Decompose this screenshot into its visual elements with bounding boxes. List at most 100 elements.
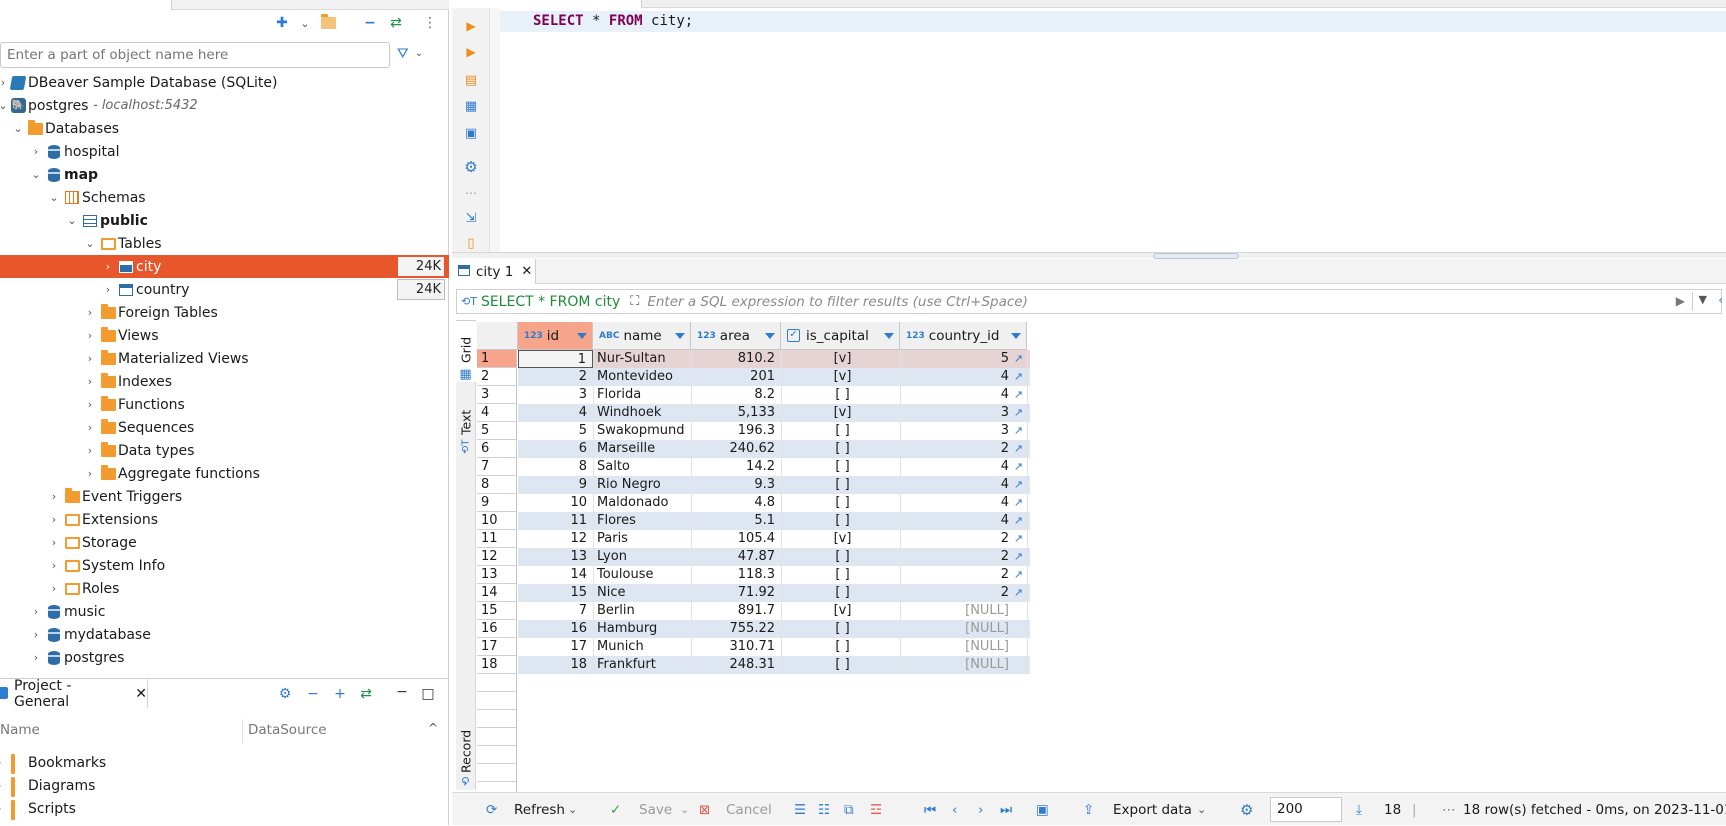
- cell-country-id[interactable]: 3 ↗: [900, 422, 1027, 440]
- row-number[interactable]: 18: [477, 656, 517, 674]
- cell-id[interactable]: 8: [518, 458, 593, 476]
- execute-statement-icon[interactable]: ▶: [461, 16, 481, 36]
- view-menu-icon[interactable]: ⋮: [420, 13, 440, 33]
- execute-script-icon[interactable]: ▤: [461, 70, 481, 90]
- explain-plan-icon[interactable]: ▦: [461, 96, 481, 116]
- row-number[interactable]: 5: [477, 422, 517, 440]
- foreign-key-link-icon[interactable]: ↗: [1014, 350, 1023, 368]
- cell-area[interactable]: 201: [691, 368, 781, 386]
- chevron-right-icon[interactable]: ›: [101, 283, 115, 297]
- tree-item-event-triggers[interactable]: › Event Triggers: [0, 485, 449, 508]
- cell-country-id[interactable]: [NULL]: [900, 602, 1027, 620]
- cell-is-capital[interactable]: [ ]: [781, 458, 900, 476]
- cell-country-id[interactable]: 4 ↗: [900, 476, 1027, 494]
- cell-is-capital[interactable]: [ ]: [781, 386, 900, 404]
- cancel-button[interactable]: Cancel: [726, 793, 772, 826]
- cell-area[interactable]: 248.31: [691, 656, 781, 674]
- cell-name[interactable]: Paris: [593, 530, 691, 548]
- cell-area[interactable]: 240.62: [691, 440, 781, 458]
- cell-country-id[interactable]: 4 ↗: [900, 368, 1027, 386]
- chevron-right-icon[interactable]: ›: [47, 582, 61, 596]
- delete-row-icon[interactable]: ☲: [870, 793, 882, 826]
- chevron-right-icon[interactable]: ›: [0, 779, 1, 792]
- cell-id[interactable]: 1: [518, 350, 593, 368]
- column-header-name[interactable]: Name: [0, 722, 40, 738]
- row-number[interactable]: 15: [477, 602, 517, 620]
- chevron-right-icon[interactable]: ›: [83, 352, 97, 366]
- next-page-icon[interactable]: ›: [978, 793, 983, 826]
- foreign-key-link-icon[interactable]: ↗: [1014, 440, 1023, 458]
- first-page-icon[interactable]: ⏮: [924, 793, 936, 826]
- chevron-right-icon[interactable]: ›: [83, 467, 97, 481]
- column-header-area[interactable]: 123 area: [691, 322, 781, 350]
- gear-icon[interactable]: ⚙: [1240, 793, 1253, 826]
- refresh-icon[interactable]: ⟳: [486, 793, 497, 826]
- gear-icon[interactable]: ⚙: [275, 684, 295, 704]
- save-button[interactable]: Save: [639, 793, 672, 826]
- cell-is-capital[interactable]: [ ]: [781, 512, 900, 530]
- terminal-icon[interactable]: ▣: [461, 123, 481, 143]
- cell-name[interactable]: Munich: [593, 638, 691, 656]
- chevron-right-icon[interactable]: ›: [83, 421, 97, 435]
- sort-dropdown-icon[interactable]: [577, 333, 587, 339]
- close-icon[interactable]: ✕: [135, 686, 147, 702]
- cell-is-capital[interactable]: [v]: [781, 350, 900, 368]
- chevron-down-icon[interactable]: ⌄: [0, 99, 10, 113]
- gear-icon[interactable]: ⚙: [461, 157, 481, 177]
- chevron-right-icon[interactable]: ›: [29, 651, 43, 665]
- tab-results-city[interactable]: city 1 ✕: [452, 259, 536, 284]
- chevron-down-icon[interactable]: ⌄: [568, 793, 577, 826]
- chevron-right-icon[interactable]: ›: [83, 375, 97, 389]
- save-icon[interactable]: ✓: [610, 793, 621, 826]
- tree-item-materialized-views[interactable]: › Materialized Views: [0, 347, 449, 370]
- row-number[interactable]: 13: [477, 566, 517, 584]
- chevron-right-icon[interactable]: ›: [29, 145, 43, 159]
- cell-id[interactable]: 17: [518, 638, 593, 656]
- cell-name[interactable]: Flores: [593, 512, 691, 530]
- tree-item-map[interactable]: ⌄ map: [0, 163, 449, 186]
- cell-area[interactable]: 755.22: [691, 620, 781, 638]
- sort-dropdown-icon[interactable]: [675, 333, 685, 339]
- cell-area[interactable]: 5.1: [691, 512, 781, 530]
- chevron-right-icon[interactable]: ›: [0, 76, 10, 90]
- column-header-id[interactable]: 123 id: [518, 322, 593, 350]
- cell-id[interactable]: 3: [518, 386, 593, 404]
- cell-name[interactable]: Maldonado: [593, 494, 691, 512]
- cell-id[interactable]: 9: [518, 476, 593, 494]
- chevron-right-icon[interactable]: ›: [0, 756, 1, 769]
- cell-country-id[interactable]: 2 ↗: [900, 584, 1027, 602]
- tree-item-system-info[interactable]: › System Info: [0, 554, 449, 577]
- cell-id[interactable]: 13: [518, 548, 593, 566]
- chevron-down-icon[interactable]: ⌄: [47, 191, 61, 205]
- minimize-icon[interactable]: −: [392, 682, 412, 702]
- tree-item-indexes[interactable]: › Indexes: [0, 370, 449, 393]
- tree-item-sequences[interactable]: › Sequences: [0, 416, 449, 439]
- row-number[interactable]: 10: [477, 512, 517, 530]
- column-header-name[interactable]: ABC name: [593, 322, 691, 350]
- navigator-search-input[interactable]: [0, 42, 390, 68]
- tree-item-country[interactable]: › country 24K: [0, 278, 449, 301]
- row-number[interactable]: 1: [477, 350, 517, 368]
- row-number[interactable]: 6: [477, 440, 517, 458]
- cell-id[interactable]: 4: [518, 404, 593, 422]
- foreign-key-link-icon[interactable]: ↗: [1014, 422, 1023, 440]
- filter-icon[interactable]: ⛛ ⌄: [397, 44, 423, 64]
- cell-area[interactable]: 118.3: [691, 566, 781, 584]
- tree-item-data-types[interactable]: › Data types: [0, 439, 449, 462]
- cell-is-capital[interactable]: [ ]: [781, 638, 900, 656]
- last-page-icon[interactable]: ⏭: [1000, 793, 1012, 826]
- chevron-right-icon[interactable]: ›: [47, 559, 61, 573]
- column-header-is-capital[interactable]: ✓ is_capital: [781, 322, 900, 350]
- more-icon[interactable]: ⋯: [1442, 793, 1456, 826]
- cell-is-capital[interactable]: [ ]: [781, 584, 900, 602]
- cell-name[interactable]: Swakopmund: [593, 422, 691, 440]
- cell-country-id[interactable]: 5 ↗: [900, 350, 1027, 368]
- chevron-right-icon[interactable]: ›: [47, 513, 61, 527]
- foreign-key-link-icon[interactable]: ↗: [1014, 458, 1023, 476]
- cell-name[interactable]: Salto: [593, 458, 691, 476]
- cell-id[interactable]: 7: [518, 602, 593, 620]
- maximize-icon[interactable]: □: [418, 684, 438, 704]
- cell-country-id[interactable]: 4 ↗: [900, 512, 1027, 530]
- row-number[interactable]: 3: [477, 386, 517, 404]
- chevron-down-icon[interactable]: ⌄: [295, 13, 315, 33]
